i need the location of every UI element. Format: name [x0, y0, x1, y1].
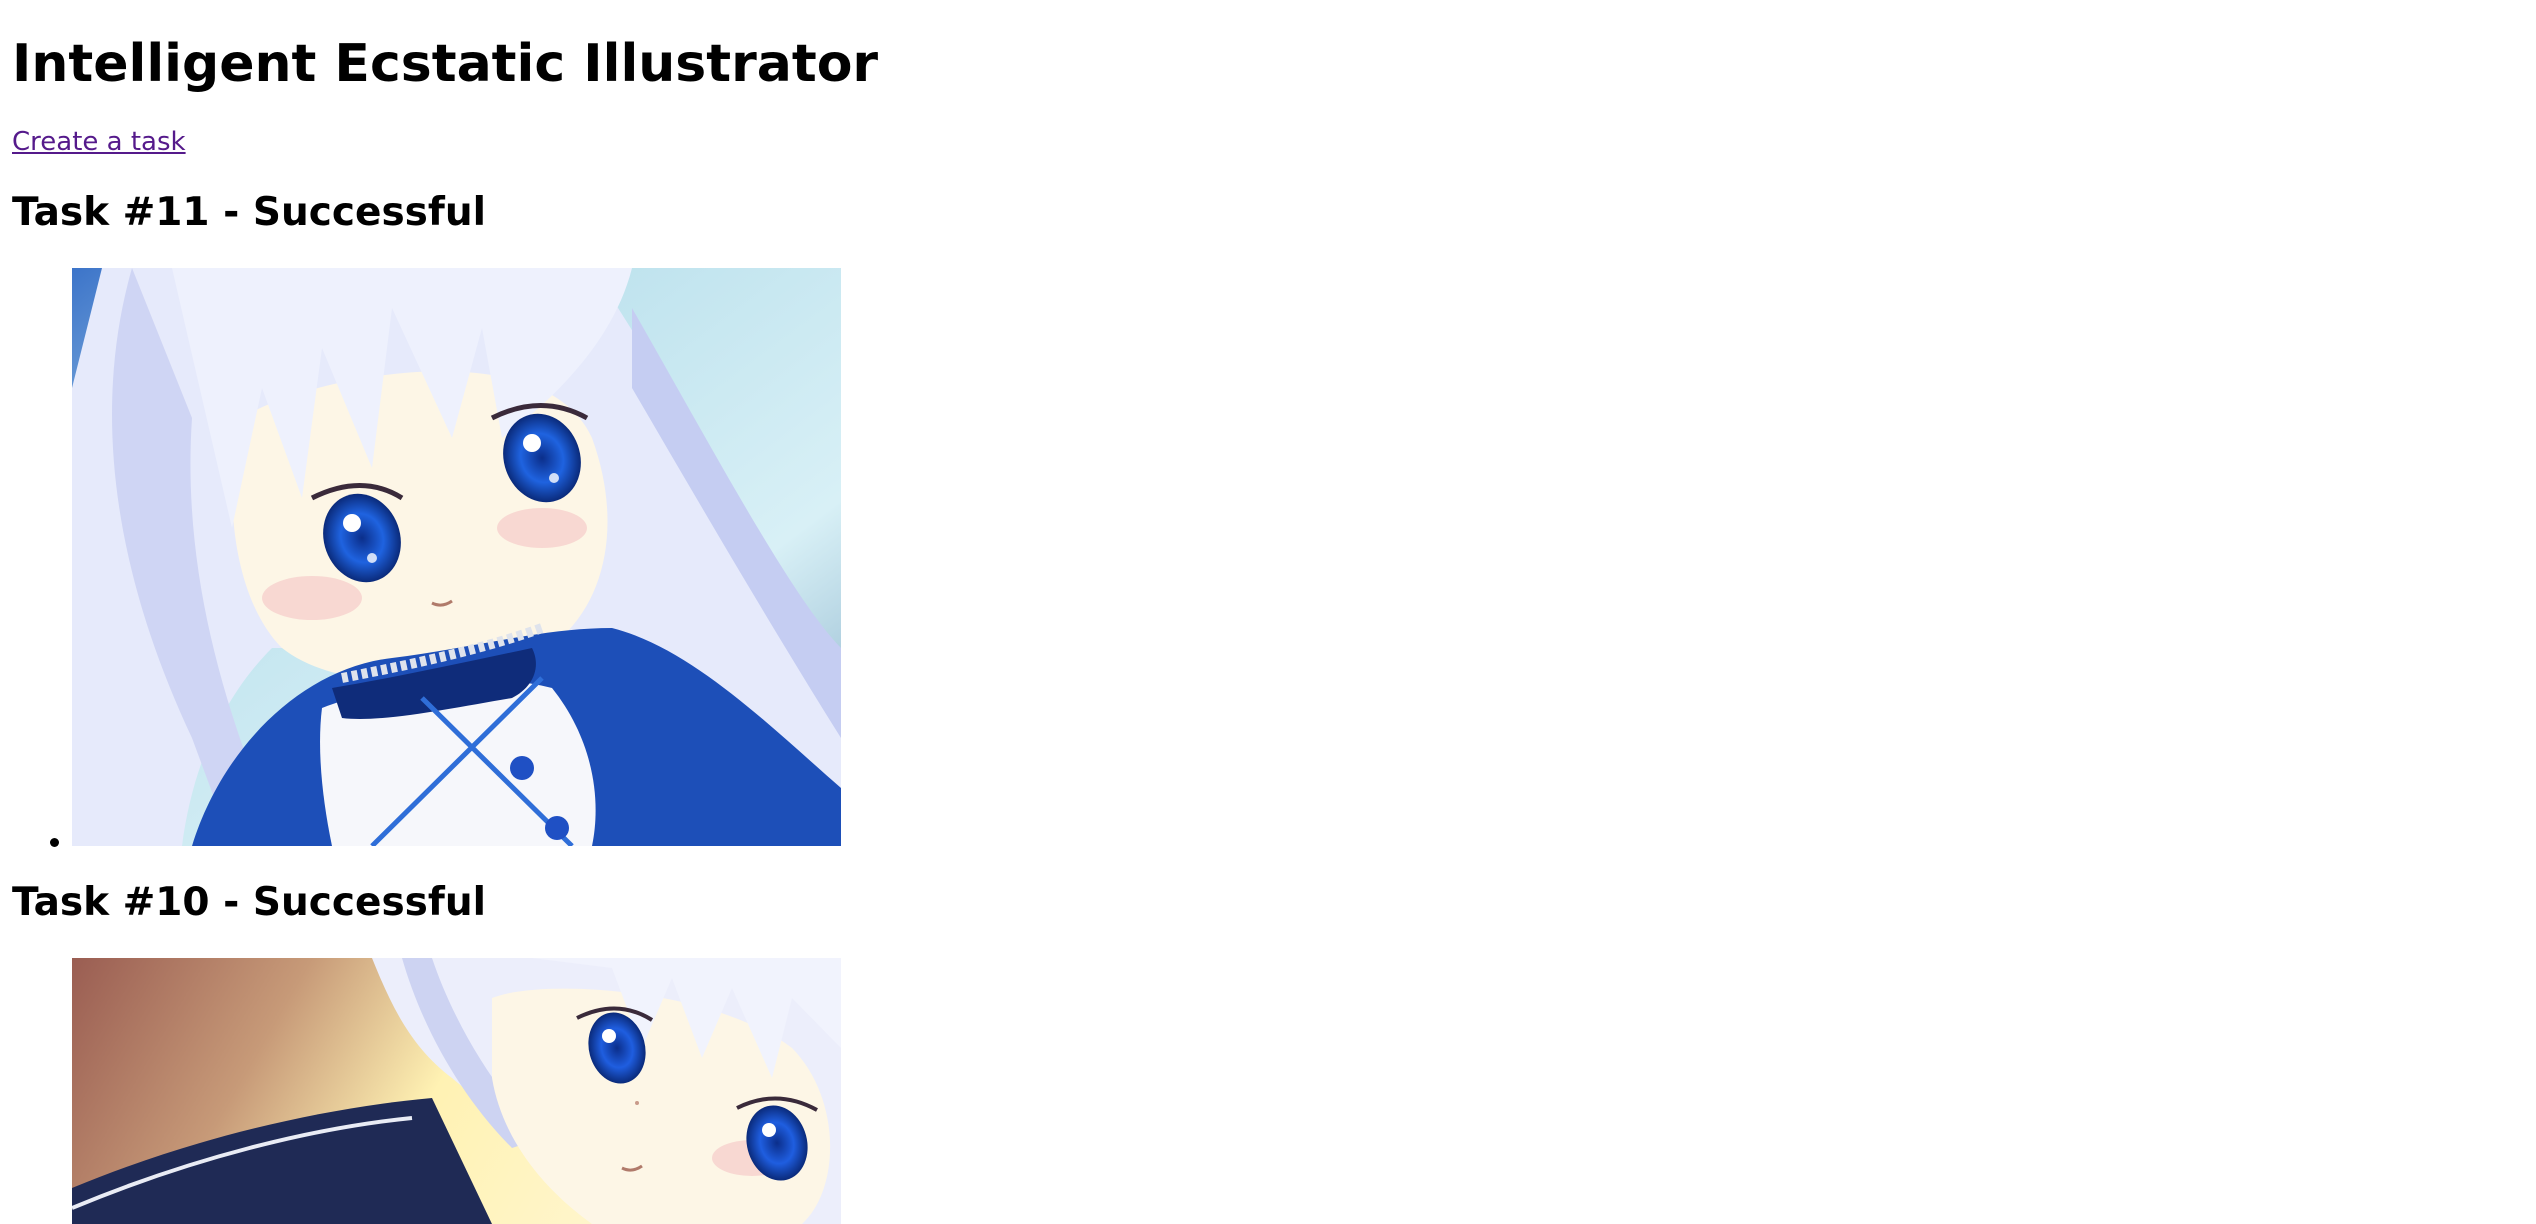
task-image: [72, 268, 841, 846]
task-heading: Task #10 - Successful: [12, 880, 486, 925]
task-11-illustration: [72, 268, 841, 846]
task-image-list: [0, 268, 900, 856]
page-title: Intelligent Ecstatic Illustrator: [12, 34, 879, 94]
create-task-link[interactable]: Create a task: [12, 124, 186, 160]
task-image-list: [0, 958, 900, 1224]
task-image: [72, 958, 841, 1224]
list-item: [0, 268, 900, 856]
page: Intelligent Ecstatic Illustrator Create …: [0, 0, 2536, 1224]
task-10-illustration: [72, 958, 841, 1224]
task-heading: Task #11 - Successful: [12, 190, 486, 235]
bullet-marker: [50, 838, 59, 847]
list-item: [0, 958, 900, 1224]
